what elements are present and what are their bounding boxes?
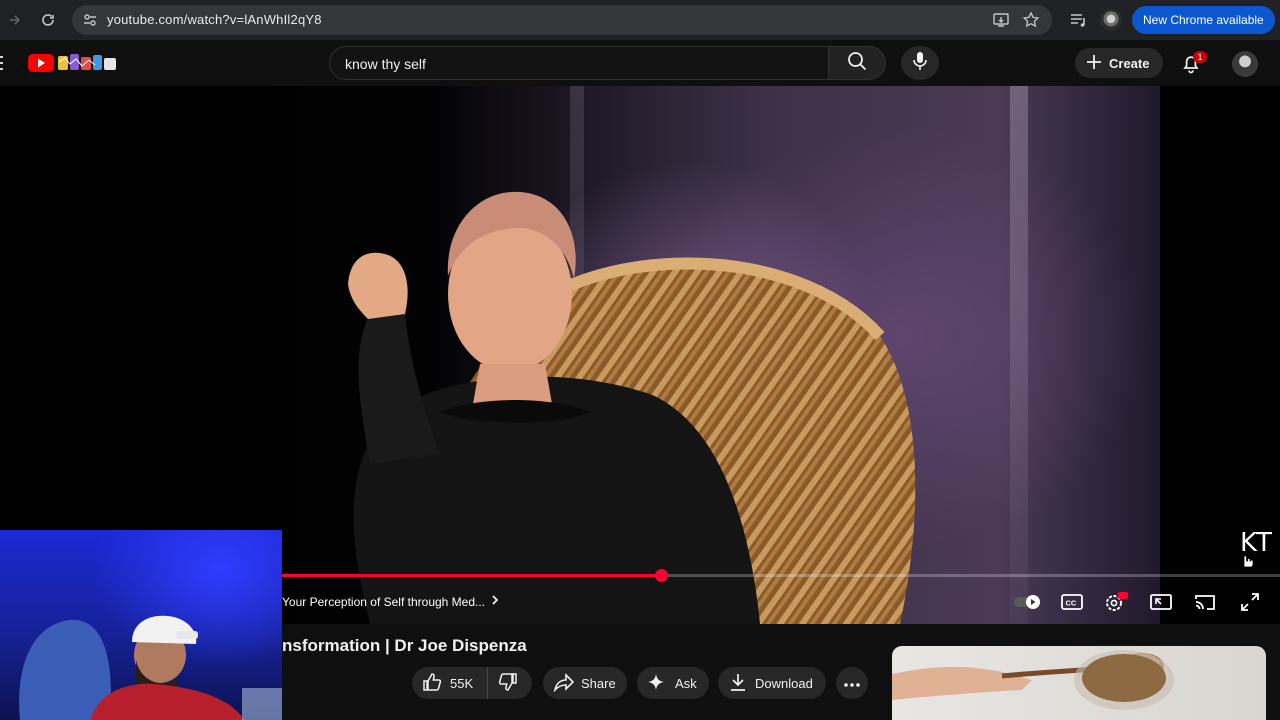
autoplay-toggle[interactable]	[1013, 591, 1043, 613]
chapter-title-text: Your Perception of Self through Med...	[282, 594, 486, 609]
browser-toolbar: youtube.com/watch?v=lAnWhIl2qY8 New Chro…	[0, 0, 1280, 40]
download-icon	[729, 672, 747, 695]
search-icon	[846, 50, 868, 77]
thumbs-up-icon	[422, 672, 442, 695]
progress-played	[282, 574, 661, 577]
share-label: Share	[581, 675, 616, 691]
settings-gear-icon[interactable]	[1103, 591, 1129, 613]
like-dislike-segment: 55K	[412, 667, 532, 699]
profile-avatar-icon[interactable]	[1100, 9, 1122, 31]
youtube-logo[interactable]	[28, 52, 120, 79]
menu-icon[interactable]	[0, 54, 4, 77]
speaker-figure	[348, 191, 760, 624]
site-info-icon[interactable]	[80, 10, 100, 30]
like-count: 55K	[450, 675, 474, 691]
microphone-icon	[911, 51, 929, 76]
more-horizontal-icon	[844, 676, 860, 691]
voice-search-button[interactable]	[901, 46, 939, 80]
miniplayer-icon[interactable]	[1148, 591, 1174, 613]
sidebar-ad-card[interactable]	[892, 646, 1266, 720]
url-text[interactable]: youtube.com/watch?v=lAnWhIl2qY8	[107, 12, 322, 27]
ask-button[interactable]: Ask	[637, 667, 709, 699]
background-pillar	[1010, 86, 1028, 624]
create-label: Create	[1109, 55, 1150, 71]
share-button[interactable]: Share	[543, 667, 627, 699]
fullscreen-icon[interactable]	[1237, 591, 1263, 613]
like-button[interactable]: 55K	[412, 667, 489, 699]
youtube-header: know thy self Create 1	[0, 40, 1280, 86]
bookmark-star-icon[interactable]	[1022, 11, 1040, 29]
youtube-watch-page: youtube.com/watch?v=lAnWhIl2qY8 New Chro…	[0, 0, 1280, 720]
search-input[interactable]: know thy self	[329, 46, 829, 80]
webcam-scene	[19, 615, 282, 720]
plus-icon	[1085, 53, 1103, 74]
install-app-icon[interactable]	[992, 11, 1010, 29]
hand-cursor-icon	[1240, 552, 1254, 573]
download-label: Download	[755, 675, 813, 691]
reload-icon[interactable]	[34, 6, 62, 34]
create-button[interactable]: Create	[1075, 48, 1163, 78]
svg-text:CC: CC	[1066, 599, 1077, 608]
notification-count-badge: 1	[1193, 51, 1207, 63]
address-bar[interactable]: youtube.com/watch?v=lAnWhIl2qY8	[72, 5, 1052, 35]
chapter-title-button[interactable]: Your Perception of Self through Med...	[282, 594, 499, 609]
chevron-right-icon	[491, 594, 499, 609]
progress-scrubber-handle[interactable]	[655, 569, 668, 582]
progress-bar[interactable]	[282, 569, 1280, 582]
more-actions-button[interactable]	[836, 667, 868, 699]
forward-icon[interactable]	[1, 6, 29, 34]
video-title: nsformation | Dr Joe Dispenza	[282, 636, 527, 655]
thumbs-down-icon	[498, 672, 518, 695]
ask-label: Ask	[675, 675, 697, 691]
subtitles-icon[interactable]: CC	[1059, 591, 1085, 613]
share-arrow-icon	[553, 672, 575, 695]
search-button[interactable]	[828, 46, 886, 80]
new-chrome-available-button[interactable]: New Chrome available	[1132, 6, 1275, 34]
media-controls-icon[interactable]	[1068, 9, 1090, 31]
account-avatar[interactable]	[1232, 51, 1258, 77]
streamer-webcam-overlay	[0, 530, 282, 720]
dislike-button[interactable]	[488, 672, 518, 695]
download-button[interactable]: Download	[718, 667, 826, 699]
ad-thumbnail-image	[892, 650, 1174, 710]
sparkle-icon	[647, 673, 665, 694]
search-query-text[interactable]: know thy self	[345, 56, 426, 72]
cast-icon[interactable]	[1192, 591, 1218, 613]
